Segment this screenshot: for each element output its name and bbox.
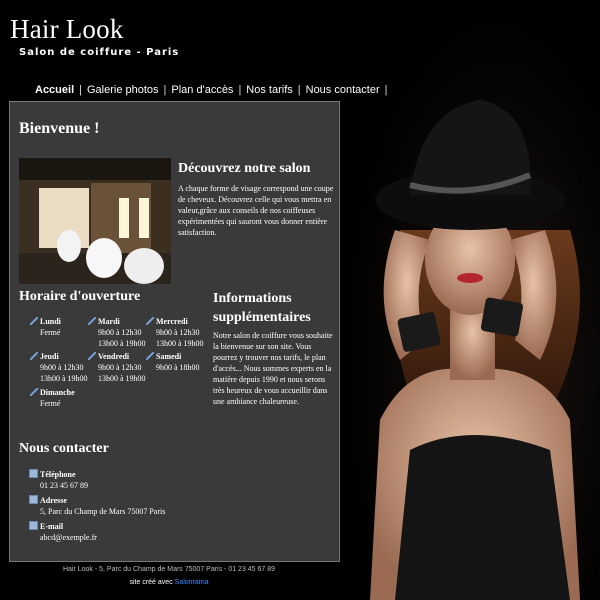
phone-icon (29, 469, 38, 478)
contact-email: E-mail abcd@exemple.fr (29, 521, 97, 543)
day-jeudi: Jeudi 9h00 à 12h30 13h00 à 19h00 (30, 351, 88, 384)
salon-photo (19, 158, 171, 284)
info-heading: Informations supplémentaires (213, 291, 311, 325)
clock-icon (30, 388, 38, 396)
day-mercredi: Mercredi 9h00 à 12h30 13h00 à 19h00 (146, 316, 204, 349)
contact-phone: Téléphone 01 23 45 67 89 (29, 469, 88, 491)
site-subtitle: Salon de coiffure - Paris (19, 47, 180, 58)
day-samedi: Samedi 9h00 à 18h00 (146, 351, 200, 373)
main-nav: Accueil | Galerie photos | Plan d'accès … (30, 84, 387, 96)
clock-icon (146, 317, 154, 325)
discover-heading: Découvrez notre salon (178, 161, 311, 176)
envelope-icon (29, 521, 38, 530)
hours-heading: Horaire d'ouverture (19, 289, 141, 304)
discover-text: A chaque forme de visage correspond une … (178, 184, 334, 237)
footer-address: Hair Look - 5, Parc du Champ de Mars 750… (62, 566, 276, 573)
footer-credit: site créé avec Salonrama (129, 579, 209, 586)
welcome-heading: Bienvenue ! (19, 120, 100, 137)
nav-contact[interactable]: Nous contacter (301, 84, 385, 96)
day-vendredi: Vendredi 9h00 à 12h30 13h00 à 19h00 (88, 351, 146, 384)
day-mardi: Mardi 9h00 à 12h30 13h00 à 19h00 (88, 316, 146, 349)
clock-icon (88, 352, 96, 360)
clock-icon (30, 352, 38, 360)
day-dimanche: Dimanche Fermé (30, 387, 75, 409)
email-link[interactable]: abcd@exemple.fr (40, 533, 97, 542)
day-lundi: Lundi Fermé (30, 316, 61, 338)
site-title: Hair Look (10, 14, 124, 44)
clock-icon (30, 317, 38, 325)
nav-separator: | (384, 84, 388, 96)
clock-icon (88, 317, 96, 325)
nav-tarifs[interactable]: Nos tarifs (241, 84, 297, 96)
contact-heading: Nous contacter (19, 441, 109, 456)
contact-address: Adresse 5, Parc du Champ de Mars 75007 P… (29, 495, 165, 517)
nav-plan[interactable]: Plan d'accès (166, 84, 238, 96)
envelope-icon (29, 495, 38, 504)
salonrama-link[interactable]: Salonrama (175, 579, 209, 586)
nav-galerie[interactable]: Galerie photos (82, 84, 164, 96)
info-text: Notre salon de coiffure vous souhaite la… (213, 331, 333, 406)
clock-icon (146, 352, 154, 360)
nav-accueil[interactable]: Accueil (30, 84, 79, 96)
